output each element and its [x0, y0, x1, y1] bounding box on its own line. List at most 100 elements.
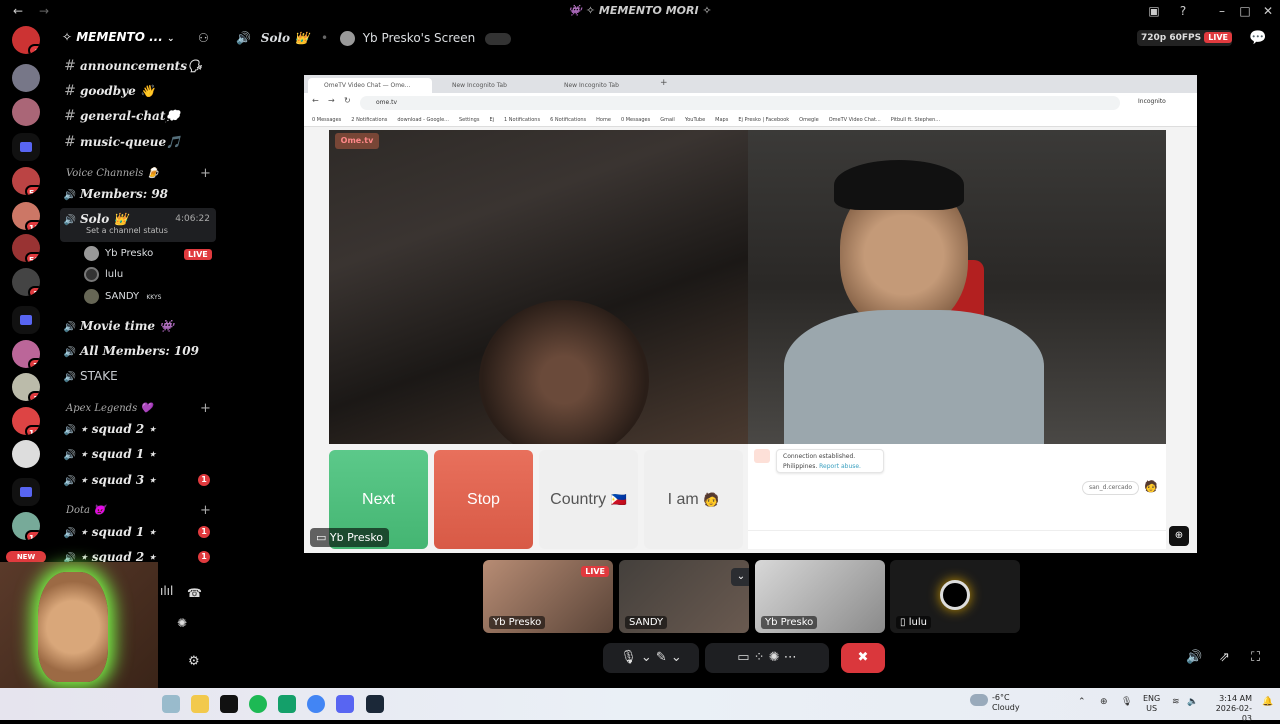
folder-icon[interactable] — [12, 306, 40, 334]
category-apex[interactable]: Apex Legends 💜 — [66, 403, 153, 414]
participant-tile[interactable]: LIVE Yb Presko — [483, 560, 613, 633]
channel-movie-time[interactable]: 🔊 Movie time 👾 — [60, 315, 216, 337]
channel-apex-squad-2[interactable]: 🔊 ⋆ squad 2 ⋆ — [60, 418, 216, 440]
participant-tile[interactable]: ▯ lulu — [890, 560, 1020, 633]
channel-stake[interactable]: 🔊 STAKE — [60, 365, 216, 387]
viewer-avatars[interactable] — [485, 32, 512, 45]
activity-controls[interactable]: ▭ ⁘ ✺ ⋯ — [705, 643, 829, 673]
folder-icon[interactable] — [12, 133, 40, 161]
bookmark-item[interactable]: download - Google... — [397, 117, 449, 123]
channel-members[interactable]: 🔊 Members: 98 — [60, 183, 216, 205]
settings-gear-icon[interactable]: ⚙ — [188, 654, 200, 669]
network-icon[interactable]: ⊕ — [1100, 697, 1108, 707]
add-channel-icon[interactable]: + — [200, 166, 211, 181]
channel-general-chat[interactable]: # general-chat💭 — [60, 105, 216, 127]
notification-bell-icon[interactable]: 🔔 — [1262, 697, 1273, 707]
tiktok-icon[interactable] — [220, 695, 238, 713]
popout-icon[interactable]: ⇗ — [1219, 650, 1230, 665]
stop-button[interactable]: Stop — [434, 450, 533, 549]
server-icon[interactable]: 1 — [12, 373, 40, 401]
volume-tray-icon[interactable]: 🔈 — [1187, 697, 1198, 707]
bookmark-item[interactable]: 6 Notifications — [550, 117, 586, 123]
bookmark-item[interactable]: 1 Notifications — [504, 117, 540, 123]
channel-all-members[interactable]: 🔊 All Members: 109 — [60, 340, 216, 362]
discord-icon[interactable] — [336, 695, 354, 713]
server-icon[interactable] — [12, 98, 40, 126]
bookmark-item[interactable]: OmeTV Video Chat... — [829, 117, 881, 123]
add-channel-icon[interactable]: + — [200, 401, 211, 416]
channel-dota-squad-1[interactable]: 🔊 ⋆ squad 1 ⋆ — [60, 521, 216, 543]
end-call-button[interactable]: ✖ — [841, 643, 885, 673]
category-voice-channels[interactable]: Voice Channels 🍺 — [66, 168, 159, 179]
server-icon[interactable]: 54 — [12, 167, 40, 195]
app-icon[interactable] — [278, 695, 296, 713]
bookmark-item[interactable]: YouTube — [685, 117, 705, 123]
server-icon[interactable]: 59 — [12, 234, 40, 262]
report-link[interactable]: Report abuse. — [819, 463, 861, 470]
screen-share[interactable]: OmeTV Video Chat — Ome... New Incognito … — [304, 75, 1197, 553]
bookmark-item[interactable]: Ej — [489, 117, 494, 123]
add-friend-icon[interactable]: ⚇ — [198, 31, 209, 45]
server-icon[interactable]: 2 — [12, 268, 40, 296]
volume-icon[interactable]: 🔊 — [1186, 650, 1202, 665]
guild-name[interactable]: ✧ MEMENTO ... ⌄ — [62, 30, 212, 48]
soundboard-icon[interactable]: ✺ — [177, 616, 187, 630]
fullscreen-icon[interactable]: ⛶ — [1251, 650, 1260, 665]
close-icon[interactable]: ✕ — [1258, 2, 1278, 20]
category-dota[interactable]: Dota 👿 — [66, 505, 106, 516]
bookmark-item[interactable]: Pitbull ft. Stephen... — [891, 117, 940, 123]
server-icon[interactable]: 14 — [12, 512, 40, 540]
server-icon[interactable]: 7 — [12, 340, 40, 368]
bookmark-item[interactable]: Settings — [459, 117, 480, 123]
steam-icon[interactable] — [366, 695, 384, 713]
disconnect-icon[interactable]: ☎ — [187, 586, 202, 600]
server-icon[interactable] — [12, 64, 40, 92]
zoom-icon[interactable]: ⊕ — [1169, 526, 1189, 546]
channel-music-queue[interactable]: # music-queue🎵 — [60, 131, 216, 153]
mic-tray-icon[interactable]: 🎙 — [1121, 697, 1132, 707]
reload-icon[interactable]: ↻ — [344, 96, 351, 105]
help-icon[interactable]: ? — [1173, 2, 1193, 20]
folder-icon[interactable] — [12, 478, 40, 506]
participant-tile[interactable]: ⌄ ⚇ SANDY — [619, 560, 749, 633]
chat-panel[interactable]: Connection established. Philippines. Rep… — [748, 444, 1166, 549]
bookmark-item[interactable]: Home — [596, 117, 611, 123]
browser-tab[interactable]: New Incognito Tab — [436, 78, 544, 93]
back-icon[interactable]: ← — [312, 96, 319, 105]
forward-icon[interactable]: → — [328, 96, 335, 105]
spotify-icon[interactable] — [249, 695, 267, 713]
minimize-icon[interactable]: – — [1212, 2, 1232, 20]
new-tab-icon[interactable]: + — [660, 78, 668, 88]
voice-user-lulu[interactable]: lulu — [84, 266, 123, 284]
bookmark-item[interactable]: 0 Messages — [621, 117, 650, 123]
i-am-button[interactable]: I am 🧑 — [644, 450, 743, 549]
inbox-icon[interactable]: ▣ — [1144, 2, 1164, 20]
bookmark-item[interactable]: Omegle — [799, 117, 819, 123]
channel-status[interactable]: Set a channel status — [86, 224, 168, 238]
browser-tab[interactable]: New Incognito Tab — [548, 78, 656, 93]
chrome-icon[interactable] — [307, 695, 325, 713]
voice-user-yb-presko[interactable]: Yb Presko LIVE — [84, 245, 212, 263]
bookmark-item[interactable]: 0 Messages — [312, 117, 341, 123]
bookmark-item[interactable]: Ej Presko | Facebook — [738, 117, 789, 123]
maximize-icon[interactable]: □ — [1235, 2, 1255, 20]
server-icon[interactable] — [12, 440, 40, 468]
header-channel[interactable]: Solo 👑 — [261, 31, 309, 45]
server-icon[interactable]: 18 — [12, 202, 40, 230]
channel-solo[interactable]: 🔊 Solo 👑 4:06:22 Set a channel status — [60, 208, 216, 242]
collapse-icon[interactable]: ⌄ ⚇ — [731, 568, 749, 586]
tray-chevron-icon[interactable]: ⌃ — [1078, 697, 1086, 707]
weather-widget[interactable]: -6°C Cloudy — [992, 693, 1020, 713]
chat-bubble-icon[interactable]: 💬 — [1249, 30, 1266, 46]
channel-announcements[interactable]: # announcements🗣 — [60, 55, 216, 77]
server-icon[interactable]: 10 — [12, 407, 40, 435]
stream-quality[interactable]: 720p 60FPS LIVE — [1137, 30, 1232, 46]
browser-tab[interactable]: OmeTV Video Chat — Ome... — [308, 78, 432, 93]
voice-activity-icon[interactable]: ılıl — [160, 584, 173, 598]
bookmark-item[interactable]: Maps — [715, 117, 728, 123]
voice-user-sandy[interactable]: SANDY KKYS — [84, 288, 161, 306]
file-explorer-icon[interactable] — [191, 695, 209, 713]
wifi-icon[interactable]: ≋ — [1172, 697, 1180, 707]
country-button[interactable]: Country 🇵🇭 — [539, 450, 638, 549]
server-icon[interactable]: 4 — [12, 26, 40, 54]
